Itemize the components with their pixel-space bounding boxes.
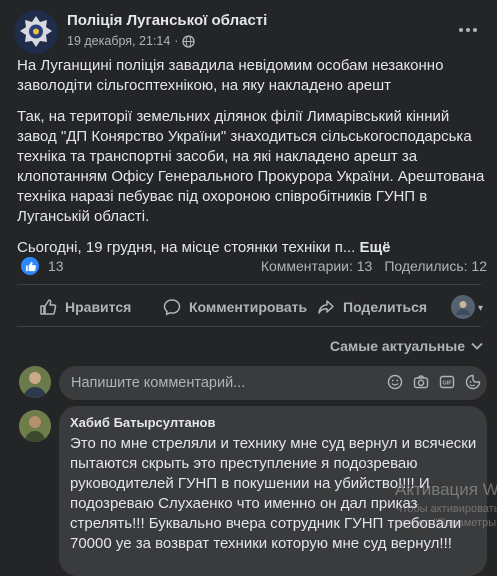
composer-icons: GIF — [387, 374, 481, 390]
camera-icon[interactable] — [413, 374, 429, 390]
current-user-avatar[interactable] — [19, 366, 51, 398]
post-paragraph: На Луганщині поліція завадила невідомим … — [17, 57, 444, 94]
like-label: Нравится — [65, 299, 132, 315]
user-avatar-icon — [456, 301, 470, 315]
comment-author-link[interactable]: Хабиб Батырсултанов — [70, 415, 215, 430]
post-paragraph: Так, на території земельних ділянок філі… — [17, 108, 485, 225]
post-header: Поліція Луганської області 19 декабря, 2… — [14, 10, 484, 56]
action-bar: Нравится Комментировать Поделиться ▾ — [17, 292, 485, 322]
comments-count-link[interactable]: Комментарии: 13 — [261, 258, 373, 274]
post-text: На Луганщині поліція завадила невідомим … — [17, 56, 485, 269]
reactions-bar: 13 Комментарии: 13 Поделились: 12 — [17, 256, 487, 278]
post-stats: Комментарии: 13 Поделились: 12 — [261, 258, 487, 274]
comment-sort-dropdown[interactable]: Самые актуальные — [330, 338, 483, 354]
globe-icon[interactable] — [182, 34, 196, 48]
post-paragraph-text: Сьогодні, 19 грудня, на місце стоянки те… — [17, 239, 356, 256]
divider — [17, 284, 481, 285]
comment-composer: GIF — [19, 366, 489, 400]
ellipsis-icon — [459, 28, 477, 32]
commenter-avatar[interactable] — [19, 410, 51, 442]
reaction-count[interactable]: 13 — [48, 258, 64, 274]
comment-label: Комментировать — [189, 299, 308, 315]
activation-watermark-line: Чтобы активировать — [395, 503, 497, 515]
more-options-button[interactable] — [458, 16, 478, 39]
share-arrow-icon — [318, 300, 334, 314]
share-label: Поделиться — [343, 299, 428, 315]
page-name-link[interactable]: Поліція Луганської області — [67, 12, 267, 29]
sticker-icon[interactable] — [465, 374, 481, 390]
like-reaction-icon[interactable] — [21, 257, 39, 275]
comment-button[interactable]: Комментировать — [163, 298, 307, 316]
user-avatar-icon — [19, 410, 51, 442]
gif-icon[interactable]: GIF — [439, 374, 455, 390]
thumbs-up-icon — [25, 261, 36, 271]
post-date[interactable]: 19 декабря, 21:14 — [67, 34, 170, 48]
chevron-down-icon: ▾ — [477, 303, 483, 314]
like-button[interactable]: Нравится — [39, 298, 131, 316]
post-meta: 19 декабря, 21:14 · — [67, 34, 196, 48]
police-badge-icon — [20, 16, 52, 47]
page-avatar[interactable] — [14, 10, 58, 54]
see-more-link[interactable]: Ещё — [360, 239, 391, 256]
separator-dot: · — [174, 34, 179, 48]
comment-bubble-icon — [163, 299, 181, 316]
divider — [17, 326, 481, 327]
sort-label: Самые актуальные — [329, 338, 465, 354]
chevron-down-icon — [471, 342, 483, 350]
activation-watermark-title: Активация Win — [395, 480, 497, 499]
user-avatar-icon — [19, 366, 51, 398]
shares-count-link[interactable]: Поделились: 12 — [384, 258, 487, 274]
svg-text:GIF: GIF — [442, 381, 452, 387]
post-paragraph-truncated: Сьогодні, 19 грудня, на місце стоянки те… — [17, 238, 485, 258]
share-button[interactable]: Поделиться — [317, 298, 427, 316]
activation-watermark-text: Чтобы активировать раздел "Параметры — [395, 502, 497, 530]
emoji-icon[interactable] — [387, 374, 403, 390]
share-as-avatar[interactable]: ▾ — [451, 295, 483, 319]
activation-watermark-line: раздел "Параметры — [395, 517, 497, 529]
thumbs-up-outline-icon — [40, 299, 57, 315]
